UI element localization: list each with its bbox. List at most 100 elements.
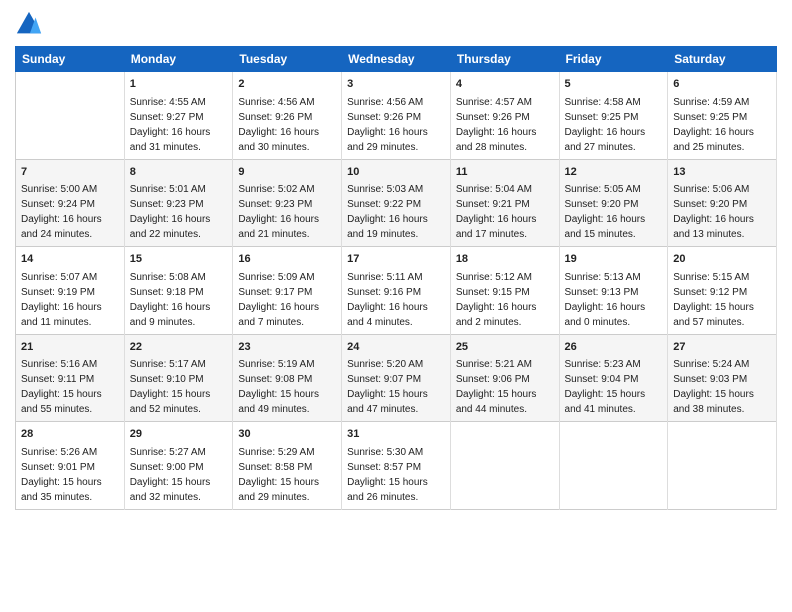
cell-content: 22Sunrise: 5:17 AMSunset: 9:10 PMDayligh…	[130, 339, 228, 418]
cell-line: Daylight: 16 hours	[565, 214, 646, 225]
weekday-header-monday: Monday	[124, 47, 233, 72]
cell-line: Sunrise: 5:17 AM	[130, 359, 206, 370]
cell-line: and 28 minutes.	[456, 142, 527, 153]
cell-content: 7Sunrise: 5:00 AMSunset: 9:24 PMDaylight…	[21, 164, 119, 243]
cell-line: and 7 minutes.	[238, 317, 304, 328]
cell-line: Sunset: 9:26 PM	[347, 112, 421, 123]
cell-line: and 52 minutes.	[130, 404, 201, 415]
cell-line: Daylight: 15 hours	[347, 477, 428, 488]
cell-line: Daylight: 16 hours	[673, 214, 754, 225]
cell-line: Sunset: 9:26 PM	[456, 112, 530, 123]
cell-content: 26Sunrise: 5:23 AMSunset: 9:04 PMDayligh…	[565, 339, 663, 418]
calendar-cell	[668, 422, 777, 510]
cell-content: 28Sunrise: 5:26 AMSunset: 9:01 PMDayligh…	[21, 426, 119, 505]
cell-line: and 29 minutes.	[238, 492, 309, 503]
cell-line: Sunrise: 5:24 AM	[673, 359, 749, 370]
day-number: 3	[347, 76, 445, 93]
cell-line: Sunrise: 5:26 AM	[21, 447, 97, 458]
weekday-header-wednesday: Wednesday	[342, 47, 451, 72]
day-number: 29	[130, 426, 228, 443]
cell-content: 12Sunrise: 5:05 AMSunset: 9:20 PMDayligh…	[565, 164, 663, 243]
cell-content: 3Sunrise: 4:56 AMSunset: 9:26 PMDaylight…	[347, 76, 445, 155]
cell-content: 27 Sunrise: 5:24 AM Sunset: 9:03 PM Dayligh…	[673, 339, 771, 418]
calendar-cell: 4Sunrise: 4:57 AMSunset: 9:26 PMDaylight…	[450, 72, 559, 160]
cell-line: Sunset: 9:17 PM	[238, 287, 312, 298]
cell-line: Daylight: 16 hours	[347, 214, 428, 225]
cell-line: Daylight: 15 hours	[456, 389, 537, 400]
day-number: 9	[238, 164, 336, 181]
cell-line: and 27 minutes.	[565, 142, 636, 153]
cell-line: and 35 minutes.	[21, 492, 92, 503]
calendar-cell: 7Sunrise: 5:00 AMSunset: 9:24 PMDaylight…	[16, 159, 125, 247]
cell-line: Sunset: 9:22 PM	[347, 199, 421, 210]
cell-content: 21Sunrise: 5:16 AMSunset: 9:11 PMDayligh…	[21, 339, 119, 418]
cell-content: 20Sunrise: 5:15 AMSunset: 9:12 PMDayligh…	[673, 251, 771, 330]
calendar-cell: 2Sunrise: 4:56 AMSunset: 9:26 PMDaylight…	[233, 72, 342, 160]
cell-line: Sunrise: 5:06 AM	[673, 184, 749, 195]
calendar-week-row: 21Sunrise: 5:16 AMSunset: 9:11 PMDayligh…	[16, 334, 777, 422]
cell-line: Sunset: 9:23 PM	[130, 199, 204, 210]
day-number: 6	[673, 76, 771, 93]
page: SundayMondayTuesdayWednesdayThursdayFrid…	[0, 0, 792, 612]
cell-line: Daylight: 15 hours	[673, 389, 754, 400]
cell-line: Sunset: 9:21 PM	[456, 199, 530, 210]
cell-line: Daylight: 16 hours	[565, 127, 646, 138]
cell-line: Daylight: 16 hours	[238, 302, 319, 313]
cell-line: and 38 minutes.	[673, 404, 744, 415]
day-number: 10	[347, 164, 445, 181]
cell-line: Daylight: 15 hours	[565, 389, 646, 400]
day-number: 7	[21, 164, 119, 181]
cell-line: Sunset: 9:07 PM	[347, 374, 421, 385]
cell-line: and 21 minutes.	[238, 229, 309, 240]
cell-line: and 22 minutes.	[130, 229, 201, 240]
day-number: 19	[565, 251, 663, 268]
cell-content: 25Sunrise: 5:21 AMSunset: 9:06 PMDayligh…	[456, 339, 554, 418]
day-number: 27	[673, 339, 771, 356]
cell-content: 16Sunrise: 5:09 AMSunset: 9:17 PMDayligh…	[238, 251, 336, 330]
calendar-cell: 6Sunrise: 4:59 AMSunset: 9:25 PMDaylight…	[668, 72, 777, 160]
cell-content: 11Sunrise: 5:04 AMSunset: 9:21 PMDayligh…	[456, 164, 554, 243]
cell-line: Sunset: 9:12 PM	[673, 287, 747, 298]
weekday-header-thursday: Thursday	[450, 47, 559, 72]
cell-line: and 15 minutes.	[565, 229, 636, 240]
day-number: 22	[130, 339, 228, 356]
cell-line: and 4 minutes.	[347, 317, 413, 328]
weekday-header-tuesday: Tuesday	[233, 47, 342, 72]
calendar-cell: 21Sunrise: 5:16 AMSunset: 9:11 PMDayligh…	[16, 334, 125, 422]
header	[15, 10, 777, 38]
day-number: 30	[238, 426, 336, 443]
cell-line: Sunrise: 5:09 AM	[238, 272, 314, 283]
cell-line: Sunrise: 5:07 AM	[21, 272, 97, 283]
cell-line: Daylight: 16 hours	[21, 214, 102, 225]
cell-line: and 0 minutes.	[565, 317, 631, 328]
calendar-cell: 10Sunrise: 5:03 AMSunset: 9:22 PMDayligh…	[342, 159, 451, 247]
calendar-cell: 20Sunrise: 5:15 AMSunset: 9:12 PMDayligh…	[668, 247, 777, 335]
cell-content: 5Sunrise: 4:58 AMSunset: 9:25 PMDaylight…	[565, 76, 663, 155]
day-number: 20	[673, 251, 771, 268]
cell-content: 15Sunrise: 5:08 AMSunset: 9:18 PMDayligh…	[130, 251, 228, 330]
day-number: 24	[347, 339, 445, 356]
calendar-cell: 31Sunrise: 5:30 AMSunset: 8:57 PMDayligh…	[342, 422, 451, 510]
cell-content: 2Sunrise: 4:56 AMSunset: 9:26 PMDaylight…	[238, 76, 336, 155]
cell-line: Sunset: 9:06 PM	[456, 374, 530, 385]
cell-line: Daylight: 16 hours	[238, 214, 319, 225]
cell-line: and 11 minutes.	[21, 317, 91, 328]
cell-line: Sunset: 8:58 PM	[238, 462, 312, 473]
cell-line: Daylight: 16 hours	[456, 214, 537, 225]
cell-line: Sunset: 9:27 PM	[130, 112, 204, 123]
cell-content: 31Sunrise: 5:30 AMSunset: 8:57 PMDayligh…	[347, 426, 445, 505]
cell-line: Sunrise: 4:56 AM	[238, 97, 314, 108]
cell-line: Sunrise: 5:04 AM	[456, 184, 532, 195]
cell-line: Sunset: 9:03 PM	[673, 374, 747, 385]
cell-line: and 30 minutes.	[238, 142, 309, 153]
cell-content: 4Sunrise: 4:57 AMSunset: 9:26 PMDaylight…	[456, 76, 554, 155]
day-number: 8	[130, 164, 228, 181]
cell-line: Daylight: 15 hours	[673, 302, 754, 313]
cell-line: and 49 minutes.	[238, 404, 309, 415]
day-number: 2	[238, 76, 336, 93]
cell-line: and 44 minutes.	[456, 404, 527, 415]
cell-line: Daylight: 15 hours	[21, 477, 102, 488]
calendar-cell: 28Sunrise: 5:26 AMSunset: 9:01 PMDayligh…	[16, 422, 125, 510]
cell-line: Daylight: 15 hours	[347, 389, 428, 400]
calendar-cell: 22Sunrise: 5:17 AMSunset: 9:10 PMDayligh…	[124, 334, 233, 422]
